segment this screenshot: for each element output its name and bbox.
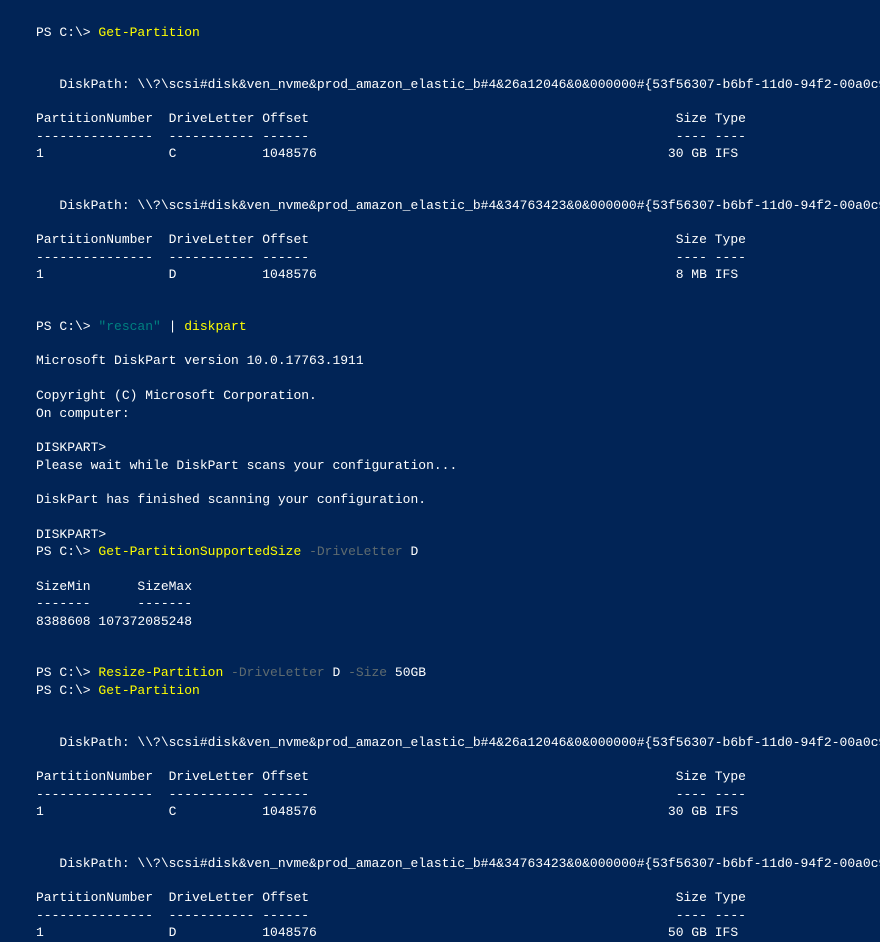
- string-rescan: "rescan": [98, 319, 160, 334]
- table-row: 1 D 1048576 50 GB IFS: [36, 924, 844, 942]
- size-row: 8388608 107372085248: [36, 613, 844, 631]
- diskpath-line: DiskPath: \\?\scsi#disk&ven_nvme&prod_am…: [36, 855, 844, 873]
- ps-prompt: PS C:\>: [36, 665, 98, 680]
- terminal-output: PS C:\> Get-Partition DiskPath: \\?\scsi…: [36, 24, 844, 942]
- param-driveletter: -DriveLetter: [223, 665, 332, 680]
- diskpath-line: DiskPath: \\?\scsi#disk&ven_nvme&prod_am…: [36, 734, 844, 752]
- table-header: PartitionNumber DriveLetter Offset Size …: [36, 231, 844, 249]
- ps-prompt: PS C:\>: [36, 25, 98, 40]
- ps-prompt: PS C:\>: [36, 683, 98, 698]
- diskpart-prompt: DISKPART>: [36, 526, 844, 544]
- cmdlet-get-partitionsupportedsize: Get-PartitionSupportedSize: [98, 544, 301, 559]
- cmd-diskpart: diskpart: [184, 319, 246, 334]
- ps-prompt: PS C:\>: [36, 544, 98, 559]
- table-divider: --------------- ----------- ------ ---- …: [36, 128, 844, 146]
- table-divider: --------------- ----------- ------ ---- …: [36, 786, 844, 804]
- table-header: PartitionNumber DriveLetter Offset Size …: [36, 768, 844, 786]
- diskpart-copyright: Copyright (C) Microsoft Corporation.: [36, 387, 844, 405]
- diskpart-version: Microsoft DiskPart version 10.0.17763.19…: [36, 352, 844, 370]
- param-value: D: [410, 544, 418, 559]
- table-row: 1 C 1048576 30 GB IFS: [36, 803, 844, 821]
- table-row: 1 D 1048576 8 MB IFS: [36, 266, 844, 284]
- size-divider: ------- -------: [36, 595, 844, 613]
- pipe-operator: |: [161, 319, 184, 334]
- diskpart-computer: On computer:: [36, 405, 844, 423]
- table-row: 1 C 1048576 30 GB IFS: [36, 145, 844, 163]
- table-header: PartitionNumber DriveLetter Offset Size …: [36, 889, 844, 907]
- diskpath-line: DiskPath: \\?\scsi#disk&ven_nvme&prod_am…: [36, 76, 844, 94]
- diskpart-wait: Please wait while DiskPart scans your co…: [36, 457, 844, 475]
- diskpart-done: DiskPart has finished scanning your conf…: [36, 491, 844, 509]
- cmdlet-get-partition: Get-Partition: [98, 683, 199, 698]
- size-header: SizeMin SizeMax: [36, 578, 844, 596]
- ps-prompt: PS C:\>: [36, 319, 98, 334]
- diskpart-prompt: DISKPART>: [36, 439, 844, 457]
- table-divider: --------------- ----------- ------ ---- …: [36, 249, 844, 267]
- param-size: -Size: [340, 665, 395, 680]
- cmdlet-resize-partition: Resize-Partition: [98, 665, 223, 680]
- param-value: 50GB: [395, 665, 426, 680]
- param-driveletter: -DriveLetter: [301, 544, 410, 559]
- table-header: PartitionNumber DriveLetter Offset Size …: [36, 110, 844, 128]
- cmdlet-get-partition: Get-Partition: [98, 25, 199, 40]
- table-divider: --------------- ----------- ------ ---- …: [36, 907, 844, 925]
- diskpath-line: DiskPath: \\?\scsi#disk&ven_nvme&prod_am…: [36, 197, 844, 215]
